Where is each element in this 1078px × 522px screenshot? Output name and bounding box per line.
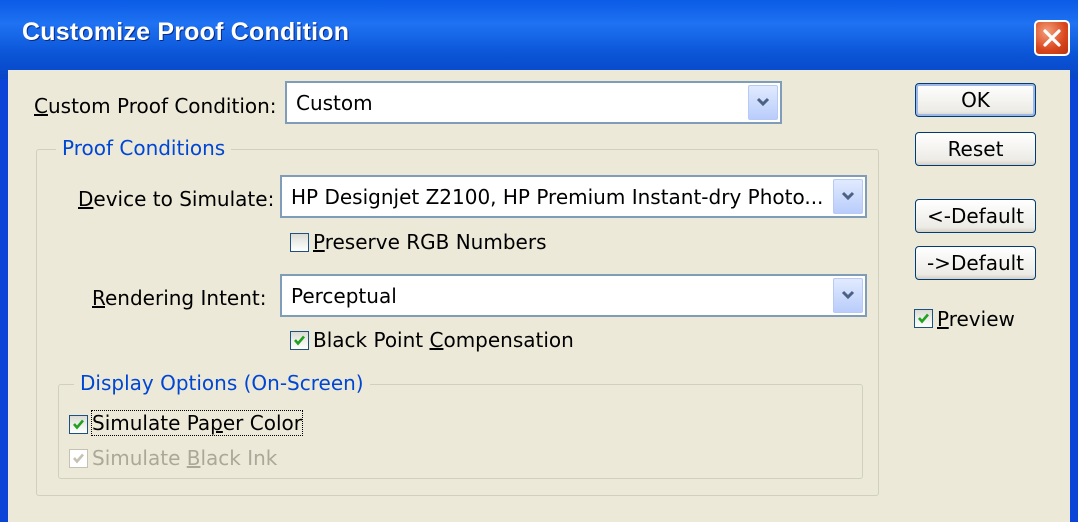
simulate-paper-color-checkbox[interactable] bbox=[69, 415, 88, 434]
custom-proof-condition-select[interactable]: Custom bbox=[285, 81, 782, 124]
checkmark-icon bbox=[73, 453, 84, 464]
checkmark-icon bbox=[918, 313, 929, 324]
chevron-down-icon bbox=[841, 290, 855, 300]
black-point-compensation-label: Black Point Compensation bbox=[313, 328, 574, 352]
window-title: Customize Proof Condition bbox=[22, 18, 350, 46]
preview-checkbox[interactable] bbox=[914, 309, 933, 328]
rendering-intent-value: Perceptual bbox=[291, 284, 397, 308]
preview-label: Preview bbox=[937, 307, 1015, 331]
preserve-rgb-checkbox[interactable] bbox=[290, 233, 309, 252]
device-to-simulate-value: HP Designjet Z2100, HP Premium Instant-d… bbox=[291, 185, 824, 209]
next-default-button[interactable]: ->Default bbox=[915, 246, 1036, 280]
previous-default-button[interactable]: <-Default bbox=[915, 199, 1036, 233]
device-to-simulate-select[interactable]: HP Designjet Z2100, HP Premium Instant-d… bbox=[280, 175, 867, 218]
custom-proof-condition-label: Custom Proof Condition: bbox=[34, 94, 277, 118]
proof-conditions-legend: Proof Conditions bbox=[56, 136, 232, 160]
dropdown-arrow-button[interactable] bbox=[833, 179, 863, 214]
title-bar[interactable]: Customize Proof Condition bbox=[0, 0, 1078, 79]
black-point-compensation-checkbox[interactable] bbox=[290, 331, 309, 350]
simulate-black-ink-checkbox[interactable] bbox=[69, 449, 88, 468]
chevron-down-icon bbox=[756, 97, 770, 107]
dropdown-arrow-button[interactable] bbox=[833, 278, 863, 313]
dialog-body: Custom Proof Condition: Custom Proof Con… bbox=[8, 70, 1070, 522]
display-options-legend: Display Options (On-Screen) bbox=[74, 371, 370, 395]
custom-proof-condition-value: Custom bbox=[296, 91, 373, 115]
close-icon bbox=[1043, 29, 1061, 47]
simulate-black-ink-label: Simulate Black Ink bbox=[92, 446, 278, 470]
simulate-paper-color-label: Simulate Paper Color bbox=[91, 410, 303, 436]
preserve-rgb-label: Preserve RGB Numbers bbox=[313, 230, 547, 254]
dropdown-arrow-button[interactable] bbox=[748, 85, 778, 120]
checkmark-icon bbox=[294, 335, 305, 346]
rendering-intent-select[interactable]: Perceptual bbox=[280, 274, 867, 317]
close-button[interactable] bbox=[1034, 20, 1070, 56]
checkmark-icon bbox=[73, 419, 84, 430]
rendering-intent-label: Rendering Intent: bbox=[92, 286, 267, 310]
dialog-window: Customize Proof Condition Custom Proof C… bbox=[0, 0, 1078, 522]
ok-button[interactable]: OK bbox=[915, 83, 1036, 117]
chevron-down-icon bbox=[841, 191, 855, 201]
reset-button[interactable]: Reset bbox=[915, 132, 1036, 166]
device-to-simulate-label: Device to Simulate: bbox=[78, 187, 275, 211]
